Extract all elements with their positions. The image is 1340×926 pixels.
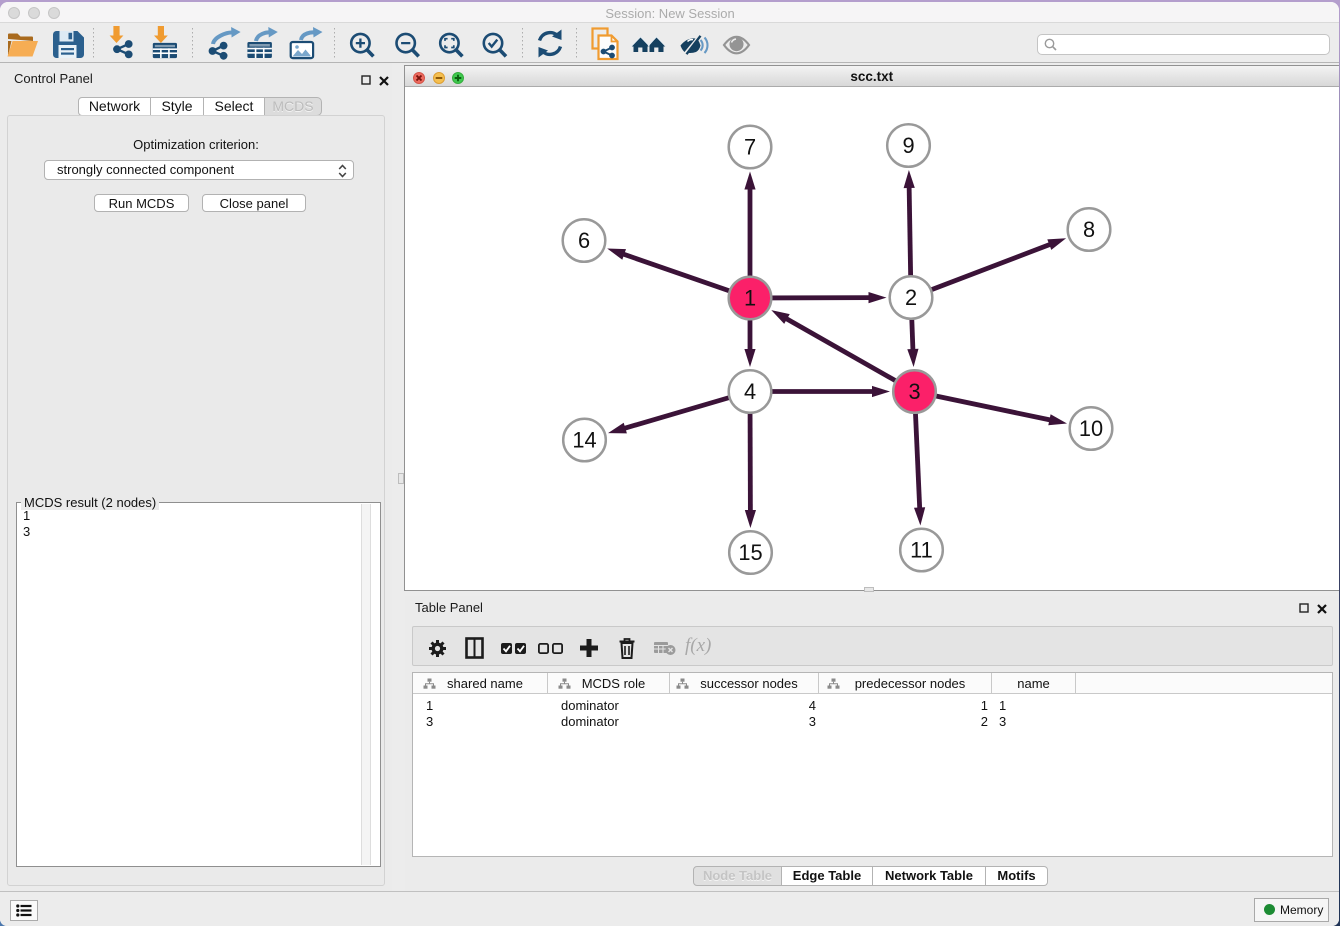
svg-text:4: 4: [744, 379, 756, 404]
svg-text:6: 6: [578, 228, 590, 253]
svg-text:10: 10: [1079, 416, 1103, 441]
svg-text:14: 14: [572, 427, 596, 452]
svg-text:15: 15: [738, 540, 762, 565]
svg-text:1: 1: [744, 285, 756, 310]
svg-text:8: 8: [1083, 217, 1095, 242]
svg-text:7: 7: [744, 134, 756, 159]
svg-text:9: 9: [902, 133, 914, 158]
svg-text:2: 2: [905, 285, 917, 310]
svg-text:3: 3: [908, 379, 920, 404]
svg-text:11: 11: [910, 537, 933, 562]
